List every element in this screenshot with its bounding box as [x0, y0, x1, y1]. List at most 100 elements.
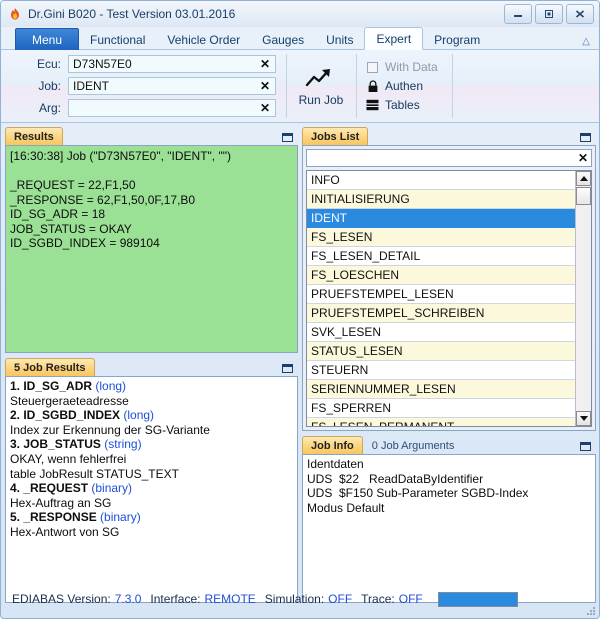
authen-option[interactable]: Authen: [366, 79, 423, 93]
job-result-description: Hex-Auftrag an SG: [10, 495, 112, 510]
tab-functional[interactable]: Functional: [79, 29, 156, 50]
job-input[interactable]: IDENT ✕: [68, 77, 276, 95]
ribbon-group-fields: Ecu: D73N57E0 ✕ Job: IDENT ✕ Arg: ✕: [1, 50, 286, 122]
list-item[interactable]: STATUS_LESEN: [307, 342, 575, 361]
ecu-clear-icon[interactable]: ✕: [257, 58, 275, 70]
arg-clear-icon[interactable]: ✕: [257, 102, 275, 114]
results-panel-body[interactable]: [16:30:38] Job ("D73N57E0", "IDENT", "")…: [5, 145, 298, 353]
arg-field-row: Arg: ✕: [13, 98, 276, 118]
jobs-search-clear-icon[interactable]: ✕: [575, 151, 591, 165]
job-result-description: OKAY, wenn fehlerfrei: [10, 451, 127, 466]
arg-input[interactable]: ✕: [68, 99, 276, 117]
tab-units[interactable]: Units: [315, 29, 364, 50]
job-result-name: 5. _RESPONSE (binary): [10, 510, 293, 525]
job-value: IDENT: [73, 79, 109, 93]
jobs-list: INFO INITIALISIERUNG IDENT FS_LESEN FS_LESEN…: [306, 170, 592, 427]
ediabas-version-label: EDIABAS Version:: [12, 592, 111, 606]
tab-gauges[interactable]: Gauges: [251, 29, 315, 50]
restore-icon[interactable]: [580, 442, 591, 451]
job-results-panel-tab[interactable]: 5 Job Results: [5, 358, 95, 376]
job-clear-icon[interactable]: ✕: [257, 80, 275, 92]
list-item[interactable]: INITIALISIERUNG: [307, 190, 575, 209]
ribbon-group-options: With Data Authen Tables: [356, 50, 452, 122]
job-result-description: Index zur Erkennung der SG-Variante: [10, 422, 210, 437]
job-results-panel-body[interactable]: 1. ID_SG_ADR (long) Steuergeraeteadresse 2…: [5, 376, 298, 603]
close-button[interactable]: [566, 4, 594, 24]
list-item[interactable]: SVK_LESEN: [307, 323, 575, 342]
minimize-button[interactable]: [504, 4, 532, 24]
authen-label: Authen: [385, 79, 424, 93]
job-info-line: UDS $F150 Sub-Parameter SGBD-Index: [307, 486, 529, 501]
flame-icon: [8, 7, 22, 21]
lock-icon: [366, 79, 379, 93]
tab-menu[interactable]: Menu: [15, 28, 80, 50]
status-bar: EDIABAS Version: 7.3.0 Interface: REMOTE…: [1, 580, 599, 618]
job-result-name: 3. JOB_STATUS (string): [10, 437, 293, 452]
job-result-label: 4. _REQUEST: [10, 481, 92, 496]
restore-icon[interactable]: [580, 133, 591, 142]
ribbon-group-empty: [452, 50, 599, 122]
checkbox-icon: [366, 61, 379, 74]
jobs-list-scrollbar[interactable]: [575, 171, 591, 426]
run-job-button[interactable]: Run Job: [286, 50, 356, 122]
job-result-label: 5. _RESPONSE: [10, 510, 101, 525]
title-bar: Dr.Gini B020 - Test Version 03.01.2016: [1, 1, 599, 27]
simulation-value: OFF: [328, 592, 353, 606]
tab-job-arguments[interactable]: 0 Job Arguments: [363, 436, 464, 454]
list-item[interactable]: FS_LESEN: [307, 228, 575, 247]
chevron-up-icon[interactable]: △: [582, 37, 590, 47]
simulation-label: Simulation:: [264, 592, 325, 606]
job-info-panel-header: Job Info 0 Job Arguments: [302, 435, 596, 454]
maximize-button[interactable]: [535, 4, 563, 24]
list-item[interactable]: FS_LOESCHEN: [307, 266, 575, 285]
job-label: Job:: [38, 79, 61, 93]
jobs-list-panel-tab[interactable]: Jobs List: [302, 127, 369, 145]
job-result-label: 3. JOB_STATUS: [10, 437, 105, 452]
restore-icon[interactable]: [282, 133, 293, 142]
window-controls: [504, 4, 594, 24]
tab-program[interactable]: Program: [423, 29, 491, 50]
job-results-panel: 5 Job Results 1. ID_SG_ADR (long) Steuerg…: [5, 357, 298, 603]
list-item[interactable]: PRUEFSTEMPEL_SCHREIBEN: [307, 304, 575, 323]
scroll-down-button[interactable]: [576, 411, 591, 426]
job-result-type: (binary): [100, 510, 141, 525]
tables-label: Tables: [385, 98, 420, 112]
window-title: Dr.Gini B020 - Test Version 03.01.2016: [28, 7, 236, 21]
list-item[interactable]: INFO: [307, 171, 575, 190]
results-panel-header: Results: [5, 126, 298, 145]
list-item[interactable]: IDENT: [307, 209, 575, 228]
jobs-list-panel-header: Jobs List: [302, 126, 596, 145]
trend-up-icon: [304, 65, 338, 91]
scroll-up-button[interactable]: [576, 171, 591, 186]
tab-expert[interactable]: Expert: [364, 27, 424, 50]
ecu-label: Ecu:: [36, 57, 61, 71]
job-info-line: UDS $22 ReadDataByIdentifier: [307, 471, 484, 486]
job-result-name: 2. ID_SGBD_INDEX (long): [10, 408, 293, 423]
with-data-option[interactable]: With Data: [366, 60, 438, 74]
ediabas-version-value: 7.3.0: [114, 592, 142, 606]
jobs-search-input[interactable]: ✕: [306, 149, 592, 167]
list-item[interactable]: FS_SPERREN: [307, 399, 575, 418]
ecu-input[interactable]: D73N57E0 ✕: [68, 55, 276, 73]
scrollbar-thumb[interactable]: [576, 187, 591, 205]
list-item[interactable]: PRUEFSTEMPEL_LESEN: [307, 285, 575, 304]
results-panel-tab[interactable]: Results: [5, 127, 63, 145]
tables-option[interactable]: Tables: [366, 98, 420, 112]
jobs-list-viewport[interactable]: INFO INITIALISIERUNG IDENT FS_LESEN FS_LESEN…: [307, 171, 575, 426]
list-item[interactable]: SERIENNUMMER_LESEN: [307, 380, 575, 399]
list-item[interactable]: FS_LESEN_DETAIL: [307, 247, 575, 266]
job-result-name: 1. ID_SG_ADR (long): [10, 379, 293, 394]
restore-icon[interactable]: [282, 364, 293, 373]
resize-grip[interactable]: [585, 605, 595, 615]
list-item[interactable]: STEUERN: [307, 361, 575, 380]
job-field-row: Job: IDENT ✕: [13, 76, 276, 96]
tab-vehicle-order[interactable]: Vehicle Order: [156, 29, 251, 50]
progress-bar: [437, 591, 518, 607]
arg-label: Arg:: [38, 101, 61, 115]
tab-job-info[interactable]: Job Info: [302, 436, 363, 454]
list-item[interactable]: FS_LESEN_PERMANENT: [307, 418, 575, 426]
trace-label: Trace:: [361, 592, 395, 606]
job-result-description: Hex-Antwort von SG: [10, 524, 120, 539]
job-result-label: 1. ID_SG_ADR: [10, 379, 96, 393]
jobs-list-panel: Jobs List ✕ INFO INITIALISIERUNG IDENT FS_L…: [302, 126, 596, 431]
